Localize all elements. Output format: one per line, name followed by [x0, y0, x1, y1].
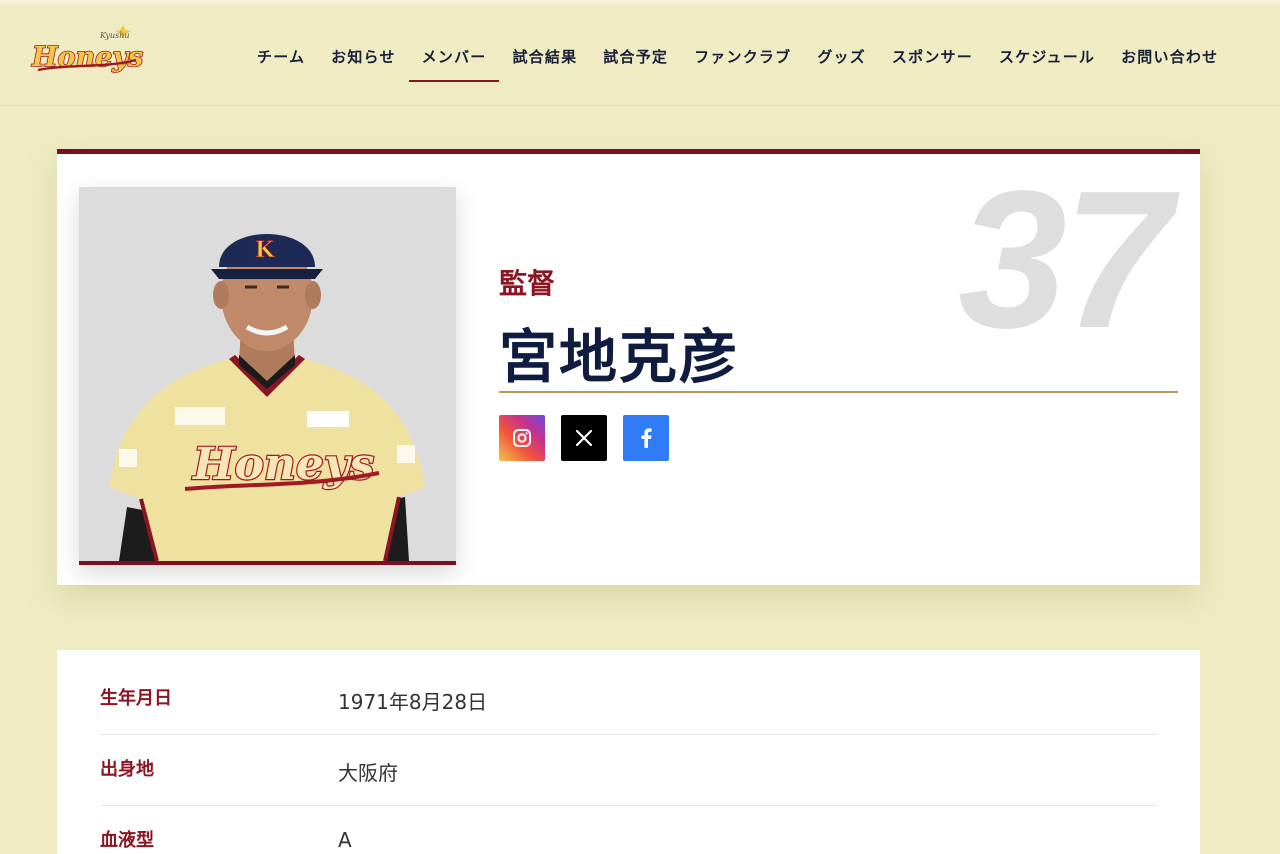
detail-value: 1971年8月28日 [338, 690, 488, 714]
nav-item-goods[interactable]: グッズ [804, 40, 879, 82]
player-role: 監督 [499, 267, 556, 300]
honeys-logo-icon: Kyushu Honeys [30, 25, 144, 74]
nav-item-members[interactable]: メンバー [408, 40, 500, 82]
nav-item-team[interactable]: チーム [244, 40, 318, 82]
instagram-icon [513, 429, 531, 447]
detail-row-hometown: 出身地 大阪府 [100, 735, 1157, 806]
player-name: 宮地克彦 [499, 323, 740, 391]
nav-item-fanclub[interactable]: ファンクラブ [681, 40, 804, 82]
player-photo: K Honeys [79, 187, 456, 565]
detail-label: 出身地 [100, 759, 154, 780]
facebook-icon [641, 428, 652, 448]
name-divider [499, 391, 1178, 393]
instagram-button[interactable] [499, 415, 545, 461]
nav-item-news[interactable]: お知らせ [318, 40, 409, 82]
nav-item-results[interactable]: 試合結果 [499, 40, 590, 82]
facebook-button[interactable] [623, 415, 669, 461]
nav-item-contact[interactable]: お問い合わせ [1108, 40, 1231, 82]
nav-item-sponsors[interactable]: スポンサー [879, 40, 986, 82]
main-nav: チーム お知らせ メンバー 試合結果 試合予定 ファンクラブ グッズ スポンサー… [244, 40, 1231, 84]
x-icon [575, 429, 593, 447]
x-button[interactable] [561, 415, 607, 461]
player-portrait-image: K Honeys [79, 187, 456, 561]
profile-card: K Honeys 37 監督 宮地克彦 [57, 149, 1200, 585]
site-header: Kyushu Honeys チーム お知らせ メンバー 試合結果 試合予定 ファ… [0, 4, 1280, 106]
svg-text:Kyushu: Kyushu [99, 31, 130, 40]
detail-value: A [338, 828, 352, 852]
detail-row-birthdate: 生年月日 1971年8月28日 [100, 664, 1157, 735]
nav-item-fixtures[interactable]: 試合予定 [590, 40, 681, 82]
nav-item-schedule[interactable]: スケジュール [986, 40, 1108, 82]
uniform-number: 37 [957, 150, 1172, 369]
detail-row-blood-type: 血液型 A [100, 806, 1157, 854]
team-logo[interactable]: Kyushu Honeys [28, 24, 144, 84]
svg-text:K: K [255, 237, 275, 263]
detail-label: 血液型 [100, 830, 154, 851]
detail-value: 大阪府 [338, 761, 398, 785]
social-links [499, 415, 669, 461]
profile-details: 生年月日 1971年8月28日 出身地 大阪府 血液型 A [57, 650, 1200, 854]
detail-label: 生年月日 [100, 688, 172, 709]
